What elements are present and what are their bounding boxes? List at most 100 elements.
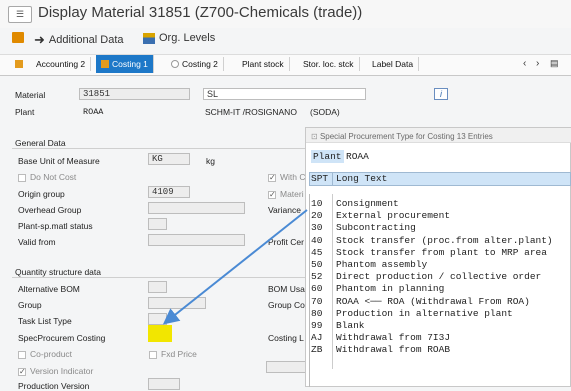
do-not-cost-checkbox[interactable]: Do Not Cost <box>18 172 76 182</box>
row-long-text[interactable]: Blank <box>336 320 365 331</box>
row-spt-code[interactable]: AJ <box>311 332 322 343</box>
tab-label: Label Data <box>372 59 414 69</box>
row-long-text[interactable]: Phantom in planning <box>336 283 444 294</box>
bom-usage-label: BOM Usa <box>268 284 305 294</box>
tab-costing-2[interactable]: Costing 2 <box>166 57 224 71</box>
costing-field <box>266 361 306 373</box>
divider <box>12 277 305 278</box>
checkbox-icon <box>18 350 26 359</box>
row-long-text[interactable]: Subcontracting <box>336 222 416 233</box>
row-spt-code[interactable]: 30 <box>311 222 322 233</box>
quantity-structure-title: Quantity structure data <box>15 267 101 277</box>
production-version-label: Production Version <box>18 381 90 391</box>
checkbox-icon <box>268 190 276 199</box>
production-version-field <box>148 378 180 390</box>
valid-from-field <box>148 234 245 246</box>
row-spt-code[interactable]: 50 <box>311 259 322 270</box>
tab-list-icon[interactable]: ▤ <box>550 58 559 69</box>
row-long-text[interactable]: Production in alternative plant <box>336 308 513 319</box>
material-description-field: SL <box>203 88 366 100</box>
checkbox-icon <box>18 367 26 376</box>
alternative-bom-label: Alternative BOM <box>18 284 80 294</box>
version-indicator-label: Version Indicator <box>30 366 94 376</box>
origin-group-field: 4109 <box>148 186 190 198</box>
alternative-bom-field <box>148 281 167 293</box>
costing-lot-size-label: Costing L <box>268 333 304 343</box>
row-spt-code[interactable]: 60 <box>311 283 322 294</box>
material-origin-checkbox[interactable]: Materi <box>268 189 304 199</box>
plant-sp-status-label: Plant-sp.matl status <box>18 221 93 231</box>
row-long-text[interactable]: Direct production / collective order <box>336 271 541 282</box>
profit-center-label: Profit Cer <box>268 237 304 247</box>
overhead-group-label: Overhead Group <box>18 205 82 215</box>
menu-icon[interactable]: ☰ <box>8 6 32 23</box>
row-spt-code[interactable]: 20 <box>311 210 322 221</box>
materi-label: Materi <box>280 189 304 199</box>
column-header-long-text[interactable]: Long Text <box>336 173 387 184</box>
create-icon-button[interactable] <box>12 32 24 43</box>
org-structure-icon <box>143 32 155 44</box>
fxd-price-checkbox[interactable]: Fxd Price <box>149 349 197 359</box>
specprocurem-costing-label: SpecProcurem Costing <box>18 333 106 343</box>
specprocurem-costing-field[interactable] <box>148 325 172 342</box>
variance-label: Variance <box>268 205 301 215</box>
tab-label: Costing 1 <box>112 59 148 69</box>
plant-restriction-label: Plant <box>311 150 344 163</box>
column-divider <box>332 194 333 369</box>
additional-data-label: Additional Data <box>48 34 124 46</box>
tab-stor-loc-stck[interactable]: Stor. loc. stck <box>298 57 360 71</box>
row-spt-code[interactable]: 70 <box>311 296 322 307</box>
row-long-text[interactable]: External procurement <box>336 210 450 221</box>
do-not-cost-label: Do Not Cost <box>30 172 77 182</box>
row-spt-code[interactable]: 10 <box>311 198 322 209</box>
group-field <box>148 297 206 309</box>
tab-next-icon[interactable]: › <box>536 58 539 69</box>
row-long-text[interactable]: Stock transfer (proc.from alter.plant) <box>336 235 553 246</box>
plant-description: SCHM-IT /ROSIGNANO <box>205 107 297 117</box>
column-header-spt[interactable]: SPT <box>311 173 328 184</box>
co-product-checkbox[interactable]: Co-product <box>18 349 72 359</box>
group-label: Group <box>18 300 42 310</box>
material-field: 31851 <box>79 88 190 100</box>
window-title: Display Material 31851 (Z700-Chemicals (… <box>38 4 363 21</box>
with-c-label: With C <box>280 172 306 182</box>
row-long-text[interactable]: Phantom assembly <box>336 259 427 270</box>
tab-label: Costing 2 <box>182 59 218 69</box>
co-product-label: Co-product <box>30 349 73 359</box>
org-levels-label: Org. Levels <box>159 32 216 44</box>
tab-accounting-2[interactable]: Accounting 2 <box>10 57 92 71</box>
row-long-text[interactable]: Withdrawal from ROAB <box>336 344 450 355</box>
hammer-icon <box>12 32 24 43</box>
row-long-text[interactable]: ROAA <── ROA (Withdrawal From ROA) <box>336 296 530 307</box>
tab-plant-stock[interactable]: Plant stock <box>237 57 290 71</box>
additional-data-button[interactable]: ➜ Additional Data <box>34 32 124 48</box>
row-spt-code[interactable]: 52 <box>311 271 322 282</box>
base-uom-label: Base Unit of Measure <box>18 156 100 166</box>
row-spt-code[interactable]: ZB <box>311 344 322 355</box>
row-long-text[interactable]: Withdrawal from 7I3J <box>336 332 450 343</box>
tab-label: Stor. loc. stck <box>303 59 354 69</box>
tab-costing-1[interactable]: Costing 1 <box>96 55 154 73</box>
tab-prev-icon[interactable]: ‹ <box>523 58 526 69</box>
tab-label-data[interactable]: Label Data <box>367 57 420 71</box>
info-icon[interactable]: i <box>434 88 448 100</box>
plant-sp-status-field <box>148 218 167 230</box>
version-indicator-checkbox[interactable]: Version Indicator <box>18 366 93 376</box>
popup-title-text: Special Procurement Type for Costing 13 … <box>319 132 493 141</box>
row-long-text[interactable]: Consignment <box>336 198 399 209</box>
row-spt-code[interactable]: 45 <box>311 247 322 258</box>
plant-value: ROAA <box>83 107 104 117</box>
row-spt-code[interactable]: 80 <box>311 308 322 319</box>
task-list-type-field <box>148 313 167 325</box>
row-long-text[interactable]: Stock transfer from plant to MRP area <box>336 247 547 258</box>
org-levels-button[interactable]: Org. Levels <box>143 32 215 44</box>
tab-label: Plant stock <box>242 59 284 69</box>
plant-description-2: (SODA) <box>310 107 340 117</box>
material-label: Material <box>15 90 46 100</box>
general-data-title: General Data <box>15 138 66 148</box>
group-counter-label: Group Co <box>268 300 305 310</box>
row-spt-code[interactable]: 99 <box>311 320 322 331</box>
checkbox-icon <box>268 173 276 182</box>
with-qty-structure-checkbox[interactable]: With C <box>268 172 306 182</box>
row-spt-code[interactable]: 40 <box>311 235 322 246</box>
